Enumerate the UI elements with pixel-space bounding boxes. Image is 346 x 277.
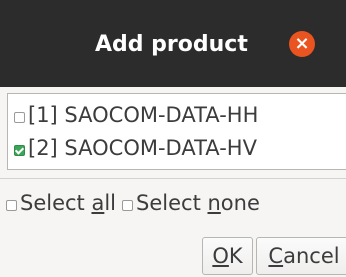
select-all-checkbox[interactable]: [6, 199, 17, 211]
product-listbox[interactable]: [1] SAOCOM-DATA-HH [2] SAOCOM-DATA-HV: [7, 93, 346, 170]
list-item[interactable]: [2] SAOCOM-DATA-HV: [14, 133, 257, 163]
list-item[interactable]: [1] SAOCOM-DATA-HH: [14, 100, 258, 130]
dialog-title: Add product: [95, 32, 248, 57]
select-none-label: Select none: [136, 191, 260, 215]
product-checkbox-1[interactable]: [14, 111, 25, 123]
select-none-option[interactable]: Select none: [122, 191, 260, 215]
dialog-content: [1] SAOCOM-DATA-HH [2] SAOCOM-DATA-HV Se…: [0, 87, 346, 277]
ok-button[interactable]: OK: [202, 237, 253, 275]
add-product-dialog: Add product × [1] SAOCOM-DATA-HH [2] SAO…: [0, 0, 346, 277]
product-label-1: [1] SAOCOM-DATA-HH: [28, 103, 259, 127]
selection-controls: Select all Select none: [6, 191, 266, 215]
divider: [0, 178, 346, 179]
titlebar[interactable]: Add product ×: [0, 0, 346, 87]
close-icon: ×: [294, 33, 310, 54]
select-all-option[interactable]: Select all: [6, 191, 116, 215]
product-label-2: [2] SAOCOM-DATA-HV: [28, 136, 257, 160]
close-button[interactable]: ×: [289, 31, 315, 57]
select-all-label: Select all: [20, 191, 117, 215]
product-checkbox-2[interactable]: [14, 144, 25, 156]
cancel-button[interactable]: Cancel: [256, 237, 346, 275]
select-none-checkbox[interactable]: [122, 199, 134, 211]
